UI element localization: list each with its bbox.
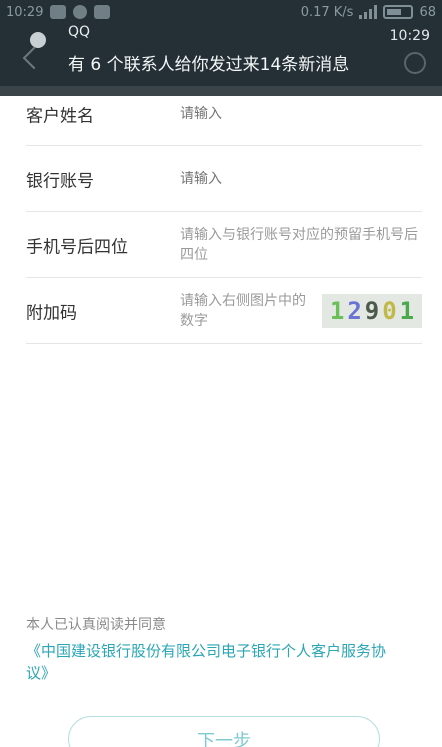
bank-account-input[interactable] xyxy=(180,166,380,191)
captcha-digit: 1 xyxy=(329,296,345,325)
notification-time: 10:29 xyxy=(389,28,430,44)
customer-name-input[interactable] xyxy=(180,101,380,126)
image-icon xyxy=(94,5,111,19)
captcha-input[interactable]: 请输入右侧图片中的数字 xyxy=(180,291,310,331)
avatar-icon xyxy=(404,52,426,74)
notification-app-name: QQ xyxy=(68,24,91,40)
battery-icon xyxy=(383,5,414,19)
form-row-captcha: 附加码 请输入右侧图片中的数字 12901 xyxy=(26,278,422,344)
signal-icon xyxy=(359,5,378,19)
login-form: 客户姓名 银行账号 手机号后四位 请输入与银行账号对应的预留手机号后四位 附加码… xyxy=(26,82,422,344)
back-arrow-icon[interactable] xyxy=(22,46,46,70)
captcha-digit: 1 xyxy=(399,296,415,325)
shield-icon xyxy=(50,5,67,19)
qq-status-icon xyxy=(73,5,88,19)
phone-last4-input[interactable]: 请输入与银行账号对应的预留手机号后四位 xyxy=(180,225,424,265)
customer-name-label: 客户姓名 xyxy=(26,106,94,126)
phone-last4-label: 手机号后四位 xyxy=(26,237,128,257)
bank-account-label: 银行账号 xyxy=(26,171,94,191)
form-row-name: 客户姓名 xyxy=(26,82,422,146)
captcha-digit: 0 xyxy=(382,296,397,325)
form-row-phone: 手机号后四位 请输入与银行账号对应的预留手机号后四位 xyxy=(26,212,422,278)
agreement-label: 本人已认真阅读并同意 xyxy=(26,617,166,633)
qq-icon xyxy=(30,32,46,48)
qq-notification[interactable]: QQ 有 6 个联系人给你发过来14条新消息 10:29 xyxy=(0,18,442,80)
captcha-label: 附加码 xyxy=(26,303,77,323)
next-button[interactable]: 下一步 xyxy=(68,716,380,747)
captcha-digit: 9 xyxy=(364,296,380,325)
agreement-link[interactable]: 《中国建设银行股份有限公司电子银行个人客户服务协议》 xyxy=(26,640,406,684)
form-row-account: 银行账号 xyxy=(26,146,422,212)
captcha-digit: 2 xyxy=(347,296,362,325)
captcha-image[interactable]: 12901 xyxy=(322,293,422,328)
notification-message: 有 6 个联系人给你发过来14条新消息 xyxy=(68,55,350,75)
